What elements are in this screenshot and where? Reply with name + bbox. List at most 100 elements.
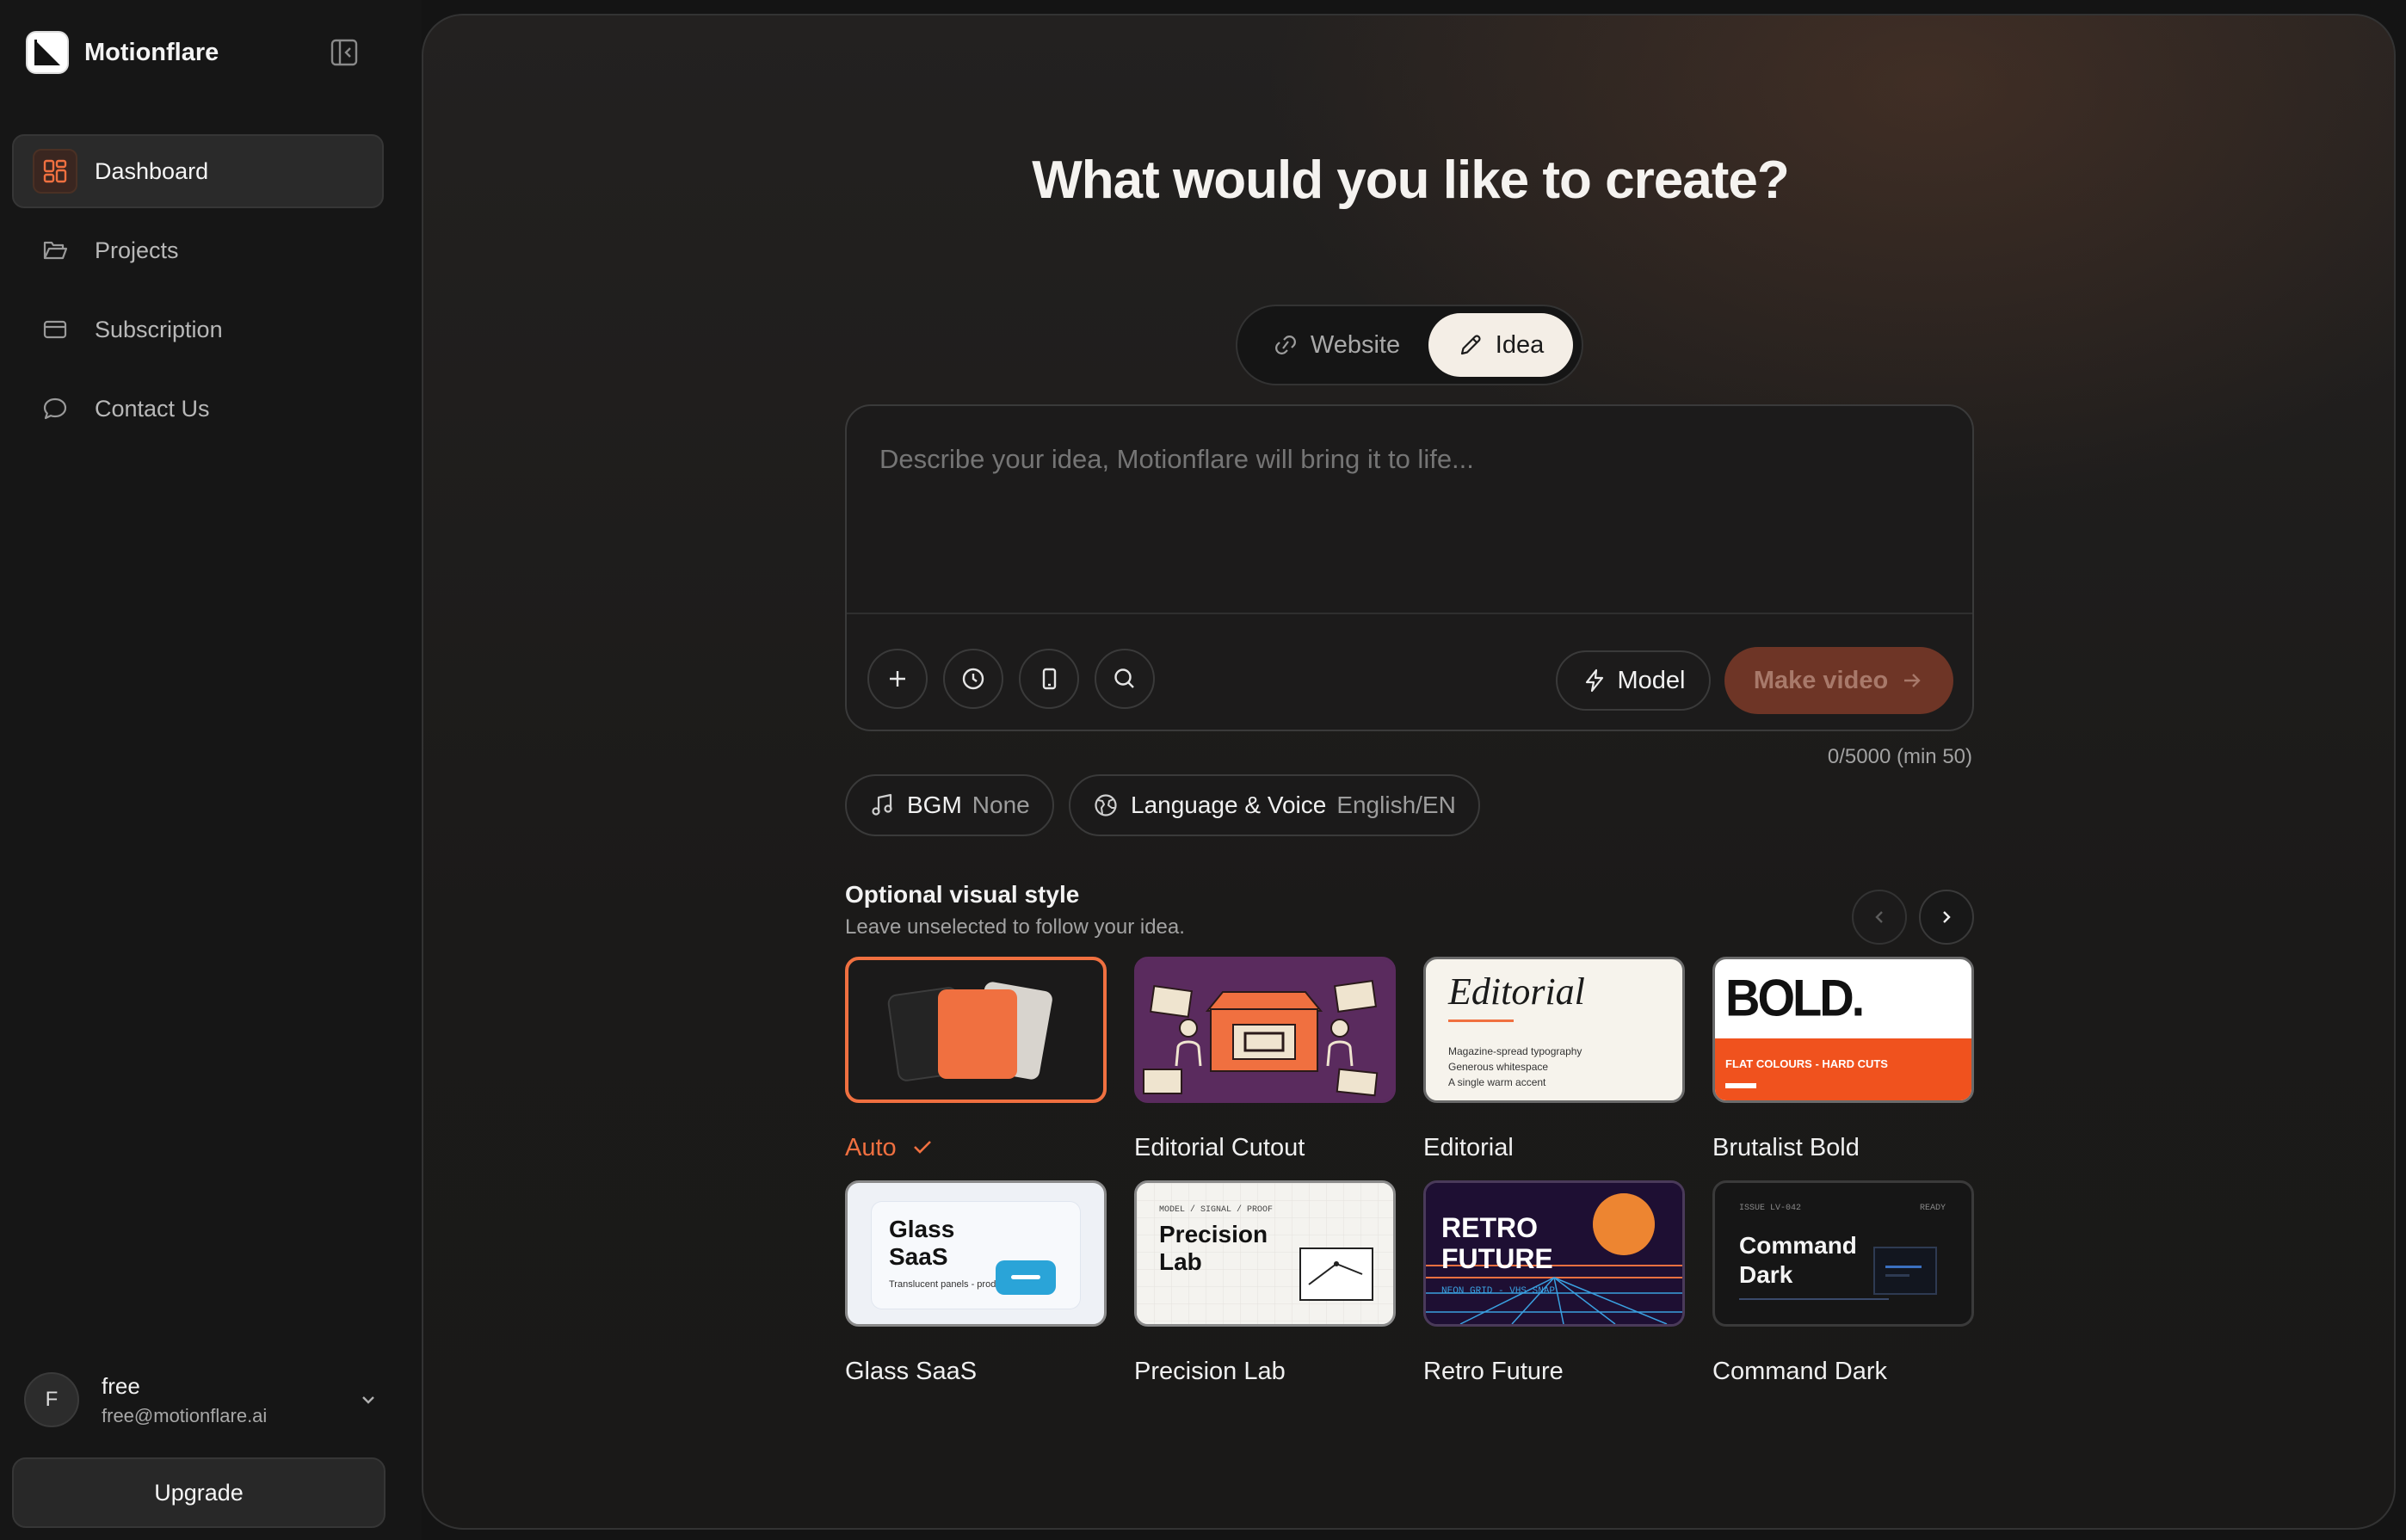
sidebar-item-projects[interactable]: Projects: [12, 213, 384, 287]
collapse-sidebar-icon[interactable]: [330, 38, 359, 67]
bgm-value: None: [972, 792, 1030, 818]
dashboard-icon: [33, 149, 77, 194]
main-panel: What would you like to create? Website I…: [422, 14, 2396, 1530]
editorial-thumb-line: Magazine-spread typography: [1448, 1045, 1582, 1057]
checkmark-icon: [913, 1141, 931, 1154]
brutalist-thumb-band: FLAT COLOURS - HARD CUTS: [1715, 1038, 1971, 1100]
sidebar-item-dashboard[interactable]: Dashboard: [12, 134, 384, 208]
page-title: What would you like to create?: [1032, 151, 1789, 210]
motionflare-logo-icon: [26, 31, 69, 74]
sidebar: Motionflare Dashboard Projects Subscript…: [0, 0, 422, 1540]
editorial-cutout-thumbnail: [1137, 959, 1393, 1100]
model-button[interactable]: Model: [1556, 650, 1711, 711]
sidebar-item-contact-us[interactable]: Contact Us: [12, 372, 384, 446]
chevron-left-icon: [1875, 911, 1883, 923]
style-card-label-editorial: Editorial: [1423, 1134, 1514, 1161]
style-section-subtitle: Leave unselected to follow your idea.: [845, 915, 1185, 939]
brutalist-thumb-bar: [1725, 1083, 1756, 1088]
styles-next-button[interactable]: [1919, 890, 1974, 945]
style-card-editorial-cutout[interactable]: [1134, 957, 1396, 1103]
style-section-title: Optional visual style: [845, 881, 1080, 908]
bgm-selector[interactable]: BGM None: [845, 774, 1054, 836]
style-card-label-precision-lab: Precision Lab: [1134, 1358, 1286, 1385]
user-plan: free: [102, 1372, 140, 1399]
style-card-editorial[interactable]: Editorial Magazine-spread typography Gen…: [1423, 957, 1685, 1103]
mode-toggle: Website Idea: [1236, 305, 1583, 385]
pencil-icon: [1460, 335, 1481, 355]
idea-mode-button[interactable]: Idea: [1428, 313, 1573, 377]
chevron-right-icon: [1943, 911, 1951, 923]
style-card-label-auto: Auto: [845, 1134, 935, 1162]
link-icon: [1274, 336, 1296, 354]
style-card-retro-future[interactable]: RETRO FUTURE NEON GRID - VHS SNAP: [1423, 1180, 1685, 1327]
search-button[interactable]: [1095, 649, 1155, 709]
prompt-composer: Model Make video: [845, 404, 1974, 731]
avatar: F: [24, 1372, 79, 1427]
language-voice-value: English/EN: [1336, 792, 1456, 818]
duration-button[interactable]: [943, 649, 1003, 709]
aspect-ratio-button[interactable]: [1019, 649, 1079, 709]
clock-icon: [962, 668, 984, 690]
sidebar-nav: Dashboard Projects Subscription Contact …: [12, 134, 384, 451]
sidebar-item-subscription[interactable]: Subscription: [12, 293, 384, 367]
brand[interactable]: Motionflare: [26, 31, 219, 74]
auto-style-thumbnail: [887, 982, 1052, 1081]
brutalist-thumb-band-text: FLAT COLOURS - HARD CUTS: [1725, 1057, 1888, 1070]
music-note-icon: [872, 793, 892, 816]
sidebar-item-label: Dashboard: [95, 157, 209, 184]
idea-mode-label: Idea: [1495, 330, 1545, 359]
command-thumb-panel: [1873, 1247, 1937, 1295]
editorial-thumb-line: A single warm accent: [1448, 1076, 1546, 1088]
website-mode-label: Website: [1310, 330, 1401, 359]
style-card-auto[interactable]: [845, 957, 1107, 1103]
composer-divider: [847, 613, 1972, 614]
prompt-input[interactable]: [879, 444, 1938, 475]
lightning-icon: [1585, 668, 1603, 693]
plus-icon: [890, 671, 905, 687]
sidebar-item-label: Contact Us: [95, 395, 210, 422]
bgm-label: BGM: [907, 792, 962, 818]
retro-thumb-title: RETRO FUTURE: [1441, 1212, 1553, 1274]
style-card-label-command-dark: Command Dark: [1712, 1358, 1888, 1385]
glass-thumb-chip: [996, 1260, 1056, 1295]
phone-icon: [1042, 668, 1057, 690]
language-voice-label: Language & Voice: [1131, 792, 1327, 818]
style-card-precision-lab[interactable]: MODEL / SIGNAL / PROOF Precision Lab: [1134, 1180, 1396, 1327]
user-email: free@motionflare.ai: [102, 1404, 268, 1426]
style-card-glass-saas[interactable]: Glass SaaS Translucent panels - product …: [845, 1180, 1107, 1327]
retro-thumb-sub: NEON GRID - VHS SNAP: [1441, 1286, 1556, 1297]
chevron-down-icon: [358, 1389, 379, 1414]
command-thumb-underline: [1739, 1298, 1889, 1300]
editorial-thumb-line: Generous whitespace: [1448, 1061, 1549, 1073]
style-card-command-dark[interactable]: ISSUE LV-042 READY Command Dark: [1712, 1180, 1974, 1327]
globe-icon: [1095, 794, 1117, 816]
command-thumb-title: Command Dark: [1739, 1232, 1857, 1288]
folder-icon: [33, 228, 77, 273]
credit-card-icon: [33, 307, 77, 352]
add-attachment-button[interactable]: [867, 649, 928, 709]
website-mode-button[interactable]: Website: [1244, 313, 1428, 377]
model-label: Model: [1617, 666, 1686, 694]
style-card-brutalist-bold[interactable]: BOLD. FLAT COLOURS - HARD CUTS: [1712, 957, 1974, 1103]
make-video-button[interactable]: Make video: [1724, 647, 1953, 714]
precision-thumb-title: Precision Lab: [1159, 1221, 1268, 1275]
style-card-label-retro-future: Retro Future: [1423, 1358, 1564, 1385]
styles-prev-button[interactable]: [1852, 890, 1907, 945]
precision-thumb-kicker: MODEL / SIGNAL / PROOF: [1159, 1205, 1274, 1215]
chat-bubble-icon: [33, 386, 77, 431]
search-icon: [1114, 668, 1134, 688]
user-menu[interactable]: F free free@motionflare.ai: [24, 1372, 379, 1427]
style-card-label-editorial-cutout: Editorial Cutout: [1134, 1134, 1305, 1161]
command-thumb-issue: ISSUE LV-042: [1739, 1204, 1802, 1213]
style-card-label-brutalist-bold: Brutalist Bold: [1712, 1134, 1860, 1161]
sidebar-item-label: Subscription: [95, 316, 223, 342]
brutalist-thumb-title: BOLD.: [1725, 968, 1865, 1027]
arrow-right-icon: [1904, 674, 1921, 687]
glass-thumb-title: Glass SaaS: [889, 1216, 955, 1270]
editorial-thumb-rule: [1448, 1019, 1514, 1022]
language-voice-selector[interactable]: Language & Voice English/EN: [1069, 774, 1480, 836]
character-counter: 0/5000 (min 50): [1827, 745, 1972, 768]
editorial-thumb-title: Editorial: [1448, 970, 1585, 1013]
upgrade-button[interactable]: Upgrade: [12, 1457, 386, 1528]
make-video-label: Make video: [1753, 666, 1889, 694]
